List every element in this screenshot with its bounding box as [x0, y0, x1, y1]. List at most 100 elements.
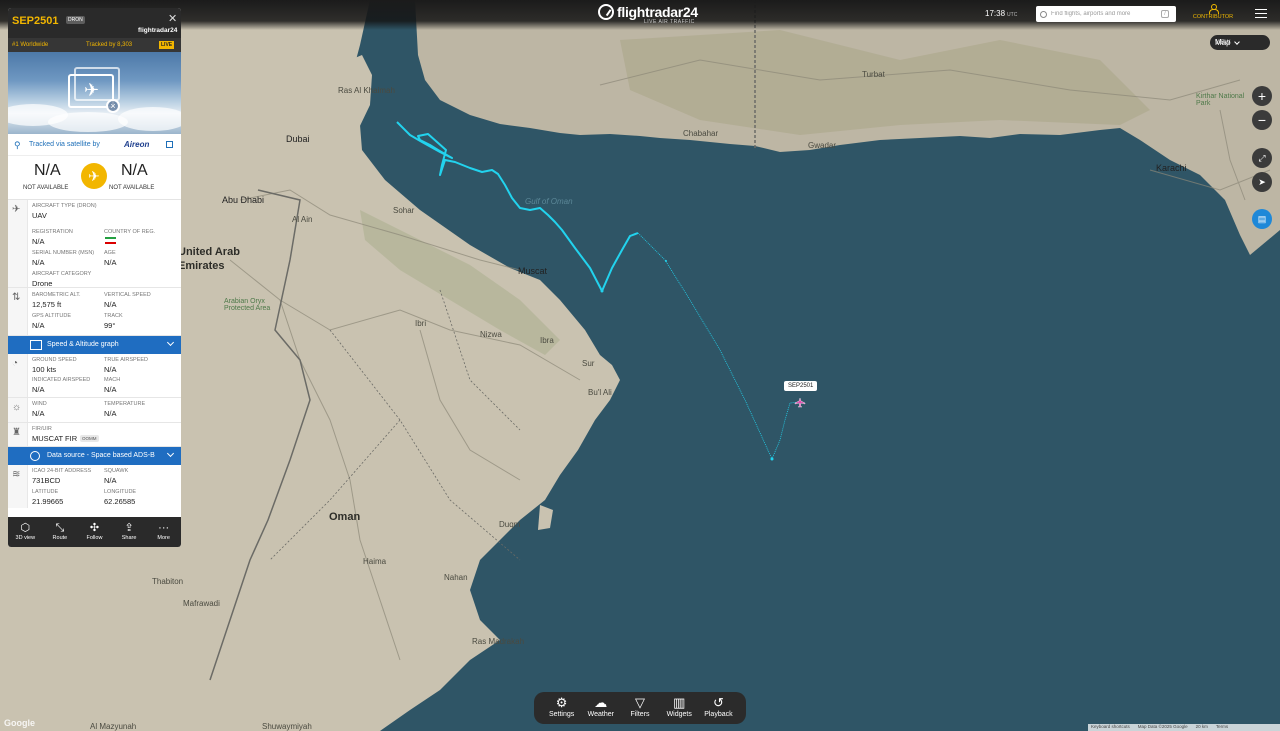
speed-altitude-graph-toggle[interactable]: Speed & Altitude graph [8, 336, 181, 354]
toolbar-label: Widgets [666, 711, 692, 718]
satellite-icon: ⚲ [14, 140, 21, 150]
weather-button[interactable]: ☁ Weather [581, 692, 620, 724]
view-selector[interactable]: VIEW Map [1210, 35, 1270, 50]
worldwide-rank: #1 Worldwide [12, 42, 49, 48]
panel-footer: ⬡ 3D view ⤡ Route ✣ Follow ⇪ Share ··· More [8, 517, 181, 547]
contributor-label: CONTRIBUTOR [1192, 14, 1234, 20]
tool-label: More [157, 535, 170, 541]
follow-icon: ✣ [89, 522, 100, 534]
field-label: MACH [104, 377, 121, 383]
fullscreen-button[interactable]: ⤢ [1252, 148, 1272, 168]
label-shuwaymiyah: Shuwaymiyah [262, 722, 312, 731]
graph-bar-label: Speed & Altitude graph [47, 341, 119, 348]
aircraft-callsign-flag[interactable]: SEP2501 [784, 381, 818, 391]
zoom-out-button[interactable]: − [1252, 110, 1272, 130]
filter-icon: ▽ [635, 695, 645, 710]
playback-button[interactable]: ↺ Playback [699, 692, 738, 724]
temperature-value: N/A [104, 409, 117, 418]
satellite-icon [30, 451, 40, 461]
field-label: VERTICAL SPEED [104, 292, 151, 298]
filters-button[interactable]: ▽ Filters [620, 692, 659, 724]
label-nizwa: Nizwa [480, 330, 502, 339]
weather-icon: ☼ [12, 402, 22, 413]
logo[interactable]: flightradar24 LIVE AIR TRAFFIC [598, 4, 698, 25]
flight-info-panel: SEP2501 DRON ✕ flightradar24 #1 Worldwid… [8, 8, 181, 547]
latitude-value: 21.99665 [32, 497, 64, 506]
hamburger-menu-icon[interactable] [1255, 9, 1267, 18]
feedback-button[interactable]: ▤ [1252, 209, 1272, 229]
close-panel-button[interactable]: ✕ [168, 12, 177, 25]
panel-brand: flightradar24 [138, 27, 178, 34]
contributor-button[interactable]: CONTRIBUTOR [1192, 4, 1234, 20]
label-oman: Oman [329, 511, 361, 523]
cube-icon: ⬡ [20, 522, 31, 534]
tool-label: Share [121, 535, 137, 541]
chevron-down-icon [166, 449, 175, 458]
toolbar-label: Filters [630, 711, 650, 718]
data-source-toggle[interactable]: Data source - Space based ADS-B [8, 447, 181, 465]
speed-section: ◔ GROUND SPEED 100 kts TRUE AIRSPEED N/A… [8, 354, 181, 398]
widgets-icon: ▥ [673, 695, 686, 710]
label-haima: Haima [363, 557, 387, 566]
search-input[interactable] [1051, 11, 1161, 17]
zoom-in-button[interactable]: + [1252, 86, 1272, 106]
settings-button[interactable]: ⚙ Settings [542, 692, 581, 724]
field-label: TEMPERATURE [104, 401, 146, 407]
more-button[interactable]: ··· More [146, 517, 181, 547]
share-button[interactable]: ⇪ Share [112, 517, 147, 547]
top-bar: flightradar24 LIVE AIR TRAFFIC 17:38 UTC … [0, 0, 1280, 30]
serial-value: N/A [32, 258, 45, 267]
label-ras-madrakah: Ras Madrakah [472, 637, 525, 646]
label-sur: Sur [582, 359, 595, 368]
iran-flag-icon [105, 237, 116, 244]
field-label: BAROMETRIC ALT. [32, 292, 81, 298]
wind-value: N/A [32, 409, 45, 418]
field-label: TRUE AIRSPEED [104, 357, 149, 363]
gear-icon: ⚙ [555, 695, 568, 710]
label-duqm: Duqm [499, 520, 521, 529]
aircraft-callsign-text: SEP2501 [788, 383, 814, 389]
label-muscat: Muscat [518, 266, 548, 276]
aircraft-section: ✈ AIRCRAFT TYPE (DRON) UAV REGISTRATION … [8, 200, 181, 288]
terms-link[interactable]: Terms [1216, 724, 1228, 731]
label-uae: United Arab [178, 246, 240, 258]
share-icon: ⇪ [124, 522, 134, 534]
locate-me-button[interactable]: ➤ [1252, 172, 1272, 192]
widgets-button[interactable]: ▥ Widgets [660, 692, 699, 724]
shortcut-slash-icon: / [1161, 10, 1169, 18]
altitude-section: ⇅ BAROMETRIC ALT. 12,575 ft VERTICAL SPE… [8, 288, 181, 336]
map-canvas[interactable]: United Arab Emirates Oman Dubai Abu Dhab… [0, 0, 1280, 731]
bottom-toolbar: ⚙ Settings ☁ Weather ▽ Filters ▥ Widgets ↺ Pl… [534, 692, 746, 724]
no-photo-icon: × [106, 99, 120, 113]
toolbar-label: Weather [587, 711, 614, 718]
3d-view-button[interactable]: ⬡ 3D view [8, 517, 43, 547]
label-sohar: Sohar [393, 206, 415, 215]
baro-alt-value: 12,575 ft [32, 300, 62, 309]
chevron-down-icon [1234, 38, 1241, 45]
tool-label: 3D view [15, 535, 36, 541]
brand-tagline: LIVE AIR TRAFFIC [644, 19, 695, 25]
map-svg [0, 0, 1280, 731]
squawk-value: N/A [104, 476, 117, 485]
field-label: SERIAL NUMBER (MSN) [32, 250, 95, 256]
keyboard-shortcuts-link[interactable]: Keyboard shortcuts [1091, 724, 1130, 731]
weather-section: ☼ WIND N/A TEMPERATURE N/A [8, 398, 181, 423]
field-label: WIND [32, 401, 47, 407]
follow-button[interactable]: ✣ Follow [77, 517, 112, 547]
label-abu-dhabi: Abu Dhabi [222, 195, 265, 205]
field-label: INDICATED AIRSPEED [32, 377, 91, 383]
label-al-mazyunah: Al Mazyunah [90, 722, 137, 731]
longitude-value: 62.26585 [104, 497, 136, 506]
map-attribution: Keyboard shortcuts Map Data ©2025 Google… [1088, 724, 1280, 731]
toolbar-label: Playback [704, 711, 733, 718]
true-airspeed-value: N/A [104, 365, 117, 374]
search-box[interactable]: / [1036, 6, 1176, 22]
label-karachi: Karachi [1156, 163, 1187, 173]
aireon-logo: Aireon [124, 140, 150, 149]
chevron-down-icon [166, 338, 175, 347]
field-label: GPS ALTITUDE [32, 313, 72, 319]
satellite-tracking-row[interactable]: ⚲ Tracked via satellite by Aireon [8, 134, 181, 156]
google-logo: Google [4, 718, 35, 728]
live-badge: LIVE [159, 41, 175, 49]
route-button[interactable]: ⤡ Route [43, 517, 78, 547]
